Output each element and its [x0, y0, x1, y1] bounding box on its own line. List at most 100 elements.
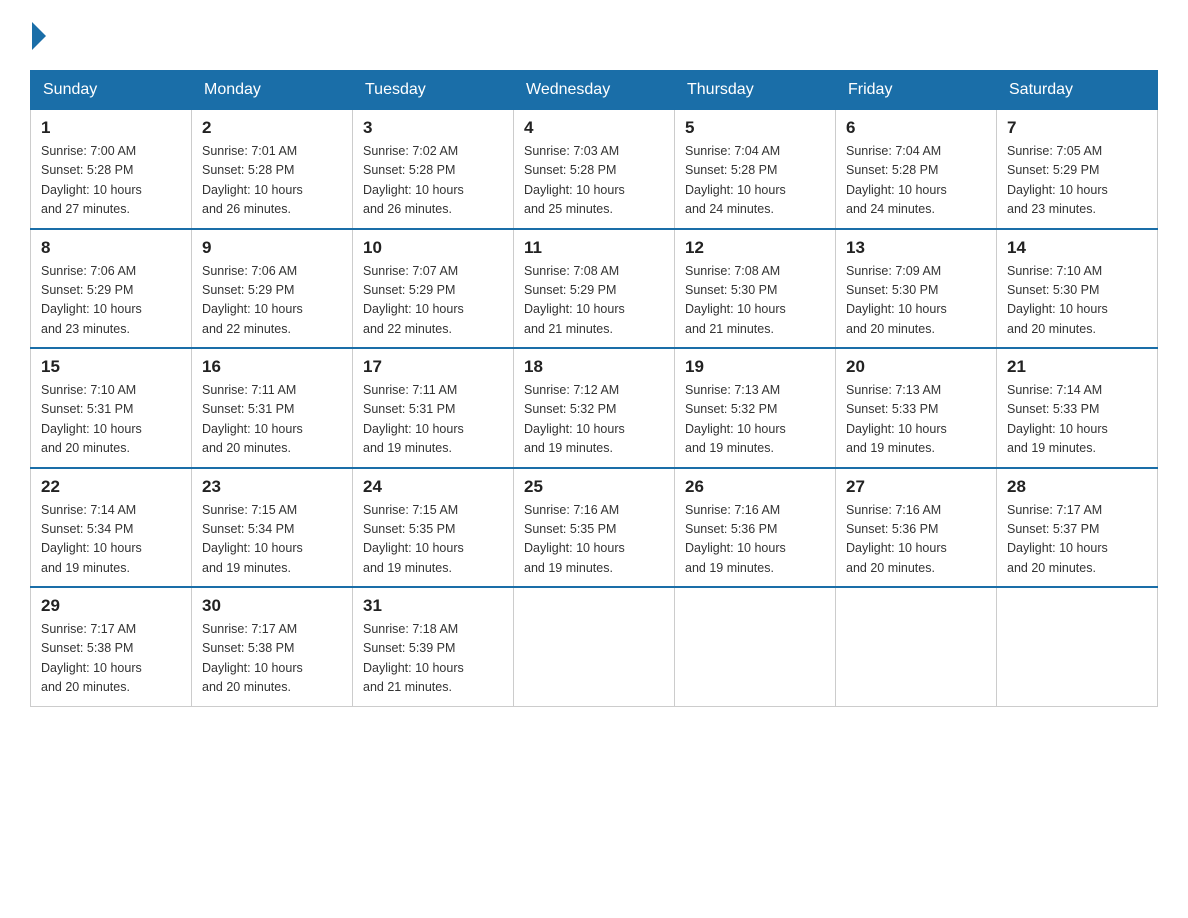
day-number: 22	[41, 477, 181, 497]
calendar-week-row: 1 Sunrise: 7:00 AMSunset: 5:28 PMDayligh…	[31, 110, 1158, 229]
calendar-table: SundayMondayTuesdayWednesdayThursdayFrid…	[30, 70, 1158, 707]
day-number: 18	[524, 357, 664, 377]
day-info: Sunrise: 7:03 AMSunset: 5:28 PMDaylight:…	[524, 142, 664, 220]
day-info: Sunrise: 7:01 AMSunset: 5:28 PMDaylight:…	[202, 142, 342, 220]
day-number: 21	[1007, 357, 1147, 377]
day-info: Sunrise: 7:17 AMSunset: 5:38 PMDaylight:…	[202, 620, 342, 698]
calendar-cell: 8 Sunrise: 7:06 AMSunset: 5:29 PMDayligh…	[31, 229, 192, 349]
calendar-cell: 30 Sunrise: 7:17 AMSunset: 5:38 PMDaylig…	[192, 587, 353, 706]
calendar-cell: 26 Sunrise: 7:16 AMSunset: 5:36 PMDaylig…	[675, 468, 836, 588]
calendar-cell: 27 Sunrise: 7:16 AMSunset: 5:36 PMDaylig…	[836, 468, 997, 588]
day-number: 24	[363, 477, 503, 497]
logo-arrow-icon	[32, 22, 46, 50]
calendar-cell: 21 Sunrise: 7:14 AMSunset: 5:33 PMDaylig…	[997, 348, 1158, 468]
calendar-cell: 3 Sunrise: 7:02 AMSunset: 5:28 PMDayligh…	[353, 110, 514, 229]
day-number: 5	[685, 118, 825, 138]
day-number: 26	[685, 477, 825, 497]
calendar-cell: 29 Sunrise: 7:17 AMSunset: 5:38 PMDaylig…	[31, 587, 192, 706]
day-info: Sunrise: 7:15 AMSunset: 5:34 PMDaylight:…	[202, 501, 342, 579]
calendar-cell: 9 Sunrise: 7:06 AMSunset: 5:29 PMDayligh…	[192, 229, 353, 349]
calendar-cell	[997, 587, 1158, 706]
weekday-header-tuesday: Tuesday	[353, 71, 514, 110]
day-info: Sunrise: 7:10 AMSunset: 5:31 PMDaylight:…	[41, 381, 181, 459]
day-info: Sunrise: 7:06 AMSunset: 5:29 PMDaylight:…	[41, 262, 181, 340]
day-info: Sunrise: 7:11 AMSunset: 5:31 PMDaylight:…	[363, 381, 503, 459]
day-number: 3	[363, 118, 503, 138]
day-info: Sunrise: 7:07 AMSunset: 5:29 PMDaylight:…	[363, 262, 503, 340]
weekday-header-wednesday: Wednesday	[514, 71, 675, 110]
day-number: 13	[846, 238, 986, 258]
day-number: 27	[846, 477, 986, 497]
day-info: Sunrise: 7:06 AMSunset: 5:29 PMDaylight:…	[202, 262, 342, 340]
day-info: Sunrise: 7:10 AMSunset: 5:30 PMDaylight:…	[1007, 262, 1147, 340]
day-number: 10	[363, 238, 503, 258]
calendar-cell	[675, 587, 836, 706]
day-number: 8	[41, 238, 181, 258]
day-info: Sunrise: 7:08 AMSunset: 5:29 PMDaylight:…	[524, 262, 664, 340]
calendar-cell: 18 Sunrise: 7:12 AMSunset: 5:32 PMDaylig…	[514, 348, 675, 468]
calendar-cell: 13 Sunrise: 7:09 AMSunset: 5:30 PMDaylig…	[836, 229, 997, 349]
day-number: 28	[1007, 477, 1147, 497]
day-number: 31	[363, 596, 503, 616]
weekday-header-sunday: Sunday	[31, 71, 192, 110]
calendar-header-row: SundayMondayTuesdayWednesdayThursdayFrid…	[31, 71, 1158, 110]
calendar-cell: 28 Sunrise: 7:17 AMSunset: 5:37 PMDaylig…	[997, 468, 1158, 588]
weekday-header-thursday: Thursday	[675, 71, 836, 110]
calendar-week-row: 8 Sunrise: 7:06 AMSunset: 5:29 PMDayligh…	[31, 229, 1158, 349]
calendar-cell: 25 Sunrise: 7:16 AMSunset: 5:35 PMDaylig…	[514, 468, 675, 588]
calendar-cell: 7 Sunrise: 7:05 AMSunset: 5:29 PMDayligh…	[997, 110, 1158, 229]
day-number: 2	[202, 118, 342, 138]
weekday-header-saturday: Saturday	[997, 71, 1158, 110]
calendar-cell: 2 Sunrise: 7:01 AMSunset: 5:28 PMDayligh…	[192, 110, 353, 229]
day-number: 19	[685, 357, 825, 377]
calendar-cell: 6 Sunrise: 7:04 AMSunset: 5:28 PMDayligh…	[836, 110, 997, 229]
day-info: Sunrise: 7:11 AMSunset: 5:31 PMDaylight:…	[202, 381, 342, 459]
calendar-cell: 10 Sunrise: 7:07 AMSunset: 5:29 PMDaylig…	[353, 229, 514, 349]
calendar-cell: 14 Sunrise: 7:10 AMSunset: 5:30 PMDaylig…	[997, 229, 1158, 349]
calendar-cell: 20 Sunrise: 7:13 AMSunset: 5:33 PMDaylig…	[836, 348, 997, 468]
logo	[30, 20, 46, 50]
day-number: 23	[202, 477, 342, 497]
weekday-header-friday: Friday	[836, 71, 997, 110]
calendar-cell: 5 Sunrise: 7:04 AMSunset: 5:28 PMDayligh…	[675, 110, 836, 229]
calendar-cell: 24 Sunrise: 7:15 AMSunset: 5:35 PMDaylig…	[353, 468, 514, 588]
day-info: Sunrise: 7:13 AMSunset: 5:33 PMDaylight:…	[846, 381, 986, 459]
calendar-week-row: 29 Sunrise: 7:17 AMSunset: 5:38 PMDaylig…	[31, 587, 1158, 706]
calendar-cell: 12 Sunrise: 7:08 AMSunset: 5:30 PMDaylig…	[675, 229, 836, 349]
day-number: 16	[202, 357, 342, 377]
day-info: Sunrise: 7:16 AMSunset: 5:35 PMDaylight:…	[524, 501, 664, 579]
day-info: Sunrise: 7:18 AMSunset: 5:39 PMDaylight:…	[363, 620, 503, 698]
calendar-cell: 11 Sunrise: 7:08 AMSunset: 5:29 PMDaylig…	[514, 229, 675, 349]
calendar-cell: 1 Sunrise: 7:00 AMSunset: 5:28 PMDayligh…	[31, 110, 192, 229]
calendar-cell: 4 Sunrise: 7:03 AMSunset: 5:28 PMDayligh…	[514, 110, 675, 229]
day-info: Sunrise: 7:14 AMSunset: 5:33 PMDaylight:…	[1007, 381, 1147, 459]
calendar-cell: 16 Sunrise: 7:11 AMSunset: 5:31 PMDaylig…	[192, 348, 353, 468]
day-info: Sunrise: 7:14 AMSunset: 5:34 PMDaylight:…	[41, 501, 181, 579]
day-number: 15	[41, 357, 181, 377]
day-info: Sunrise: 7:16 AMSunset: 5:36 PMDaylight:…	[846, 501, 986, 579]
calendar-cell: 19 Sunrise: 7:13 AMSunset: 5:32 PMDaylig…	[675, 348, 836, 468]
day-number: 29	[41, 596, 181, 616]
day-info: Sunrise: 7:08 AMSunset: 5:30 PMDaylight:…	[685, 262, 825, 340]
day-number: 6	[846, 118, 986, 138]
day-info: Sunrise: 7:04 AMSunset: 5:28 PMDaylight:…	[846, 142, 986, 220]
day-number: 12	[685, 238, 825, 258]
calendar-week-row: 22 Sunrise: 7:14 AMSunset: 5:34 PMDaylig…	[31, 468, 1158, 588]
page-header	[30, 20, 1158, 50]
calendar-cell: 15 Sunrise: 7:10 AMSunset: 5:31 PMDaylig…	[31, 348, 192, 468]
day-info: Sunrise: 7:17 AMSunset: 5:38 PMDaylight:…	[41, 620, 181, 698]
calendar-cell: 23 Sunrise: 7:15 AMSunset: 5:34 PMDaylig…	[192, 468, 353, 588]
day-number: 7	[1007, 118, 1147, 138]
day-number: 11	[524, 238, 664, 258]
day-info: Sunrise: 7:04 AMSunset: 5:28 PMDaylight:…	[685, 142, 825, 220]
day-number: 25	[524, 477, 664, 497]
day-number: 20	[846, 357, 986, 377]
calendar-cell: 31 Sunrise: 7:18 AMSunset: 5:39 PMDaylig…	[353, 587, 514, 706]
day-info: Sunrise: 7:16 AMSunset: 5:36 PMDaylight:…	[685, 501, 825, 579]
day-number: 4	[524, 118, 664, 138]
day-number: 9	[202, 238, 342, 258]
day-info: Sunrise: 7:02 AMSunset: 5:28 PMDaylight:…	[363, 142, 503, 220]
day-number: 14	[1007, 238, 1147, 258]
day-info: Sunrise: 7:13 AMSunset: 5:32 PMDaylight:…	[685, 381, 825, 459]
weekday-header-monday: Monday	[192, 71, 353, 110]
